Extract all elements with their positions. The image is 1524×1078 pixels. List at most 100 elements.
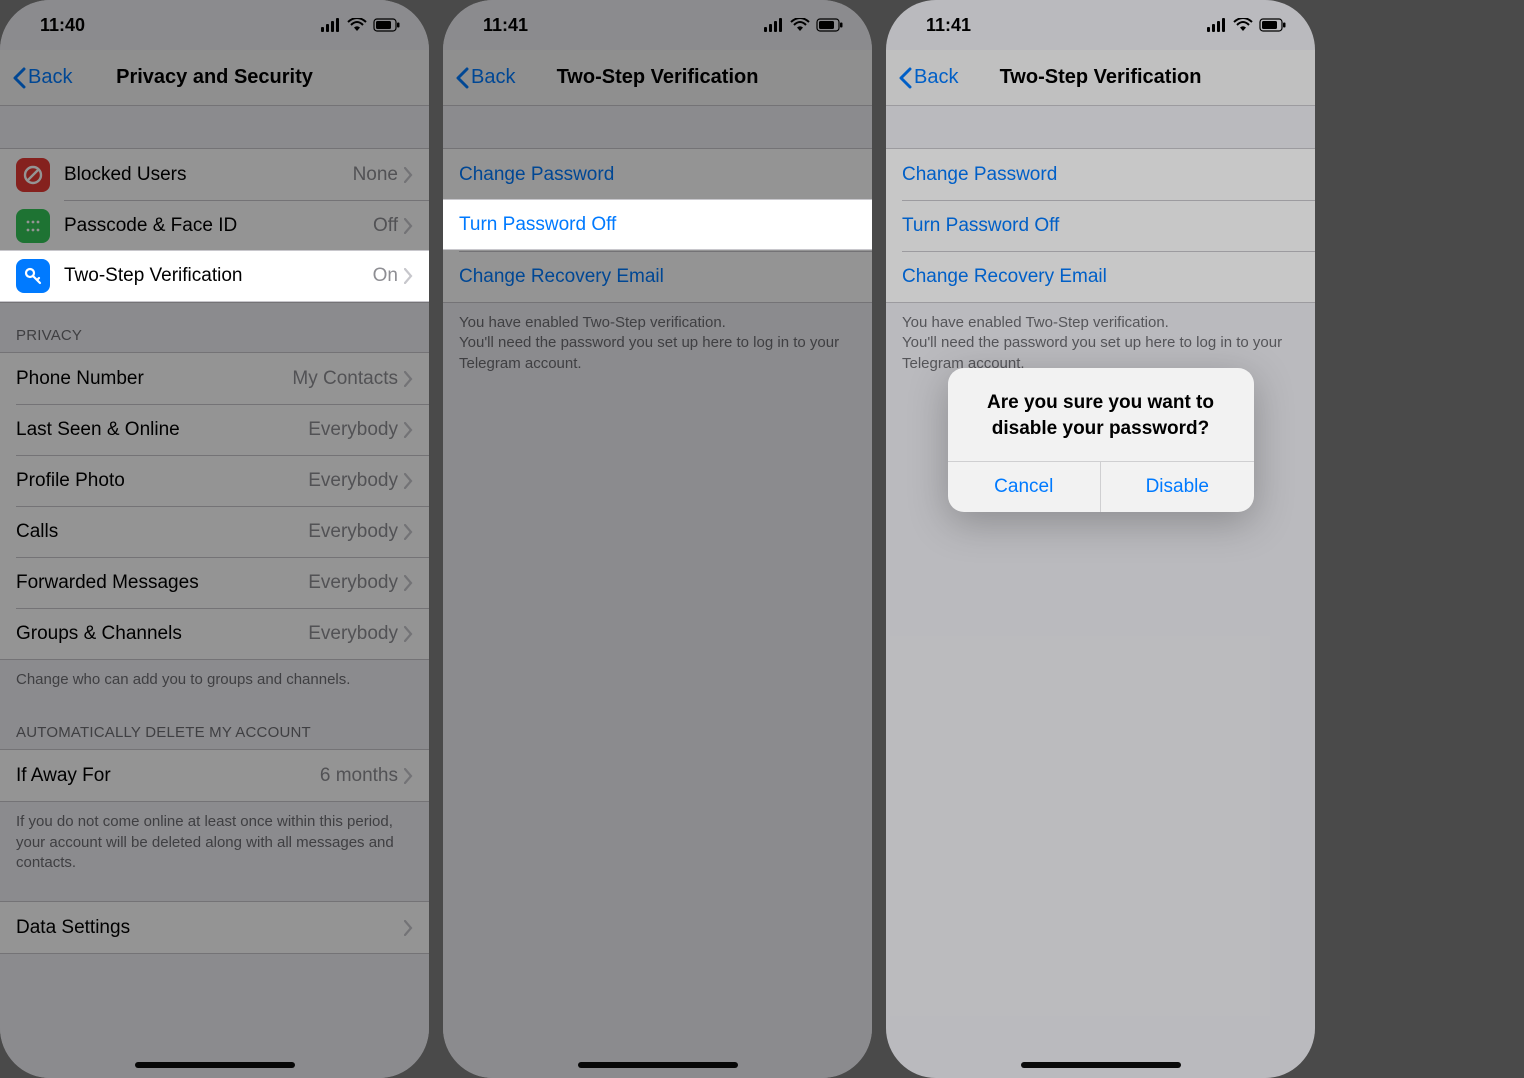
row-if-away-for[interactable]: If Away For 6 months — [0, 750, 429, 801]
home-indicator[interactable] — [578, 1062, 738, 1068]
row-label: Blocked Users — [64, 164, 353, 186]
cellular-icon — [764, 18, 784, 32]
chevron-left-icon — [12, 67, 26, 89]
row-passcode-faceid[interactable]: Passcode & Face ID Off — [0, 200, 429, 251]
status-time: 11:40 — [40, 15, 85, 36]
delete-group: If Away For 6 months — [0, 749, 429, 802]
nav-bar: Back Two-Step Verification — [443, 50, 872, 106]
chevron-right-icon — [404, 575, 413, 591]
cellular-icon — [1207, 18, 1227, 32]
status-indicators — [1207, 18, 1287, 32]
row-value: Everybody — [308, 572, 398, 594]
delete-footer: If you do not come online at least once … — [0, 802, 429, 873]
privacy-footer: Change who can add you to groups and cha… — [0, 660, 429, 690]
row-groups-channels[interactable]: Groups & Channels Everybody — [0, 608, 429, 659]
disable-button[interactable]: Disable — [1100, 462, 1254, 512]
back-label: Back — [914, 66, 958, 89]
row-label: Turn Password Off — [902, 215, 1299, 237]
row-value: Everybody — [308, 419, 398, 441]
chevron-right-icon — [404, 218, 413, 234]
chevron-right-icon — [404, 268, 413, 284]
row-label: If Away For — [16, 765, 320, 787]
row-change-password[interactable]: Change Password — [886, 149, 1315, 200]
row-label: Change Password — [902, 164, 1299, 186]
row-calls[interactable]: Calls Everybody — [0, 506, 429, 557]
screen-two-step-verification: 11:41 Back Two-Step Verification Change … — [443, 0, 872, 1078]
chevron-right-icon — [404, 371, 413, 387]
data-settings-group: Data Settings — [0, 901, 429, 954]
row-value: Everybody — [308, 470, 398, 492]
row-value: Everybody — [308, 521, 398, 543]
chevron-right-icon — [404, 920, 413, 936]
row-value: Off — [373, 215, 398, 237]
row-label: Groups & Channels — [16, 623, 308, 645]
battery-icon — [816, 18, 844, 32]
twostep-footer: You have enabled Two-Step verification. … — [886, 303, 1315, 374]
chevron-left-icon — [898, 67, 912, 89]
chevron-right-icon — [404, 524, 413, 540]
row-value: None — [353, 164, 398, 186]
alert-dialog: Are you sure you want to disable your pa… — [948, 368, 1254, 512]
row-change-recovery-email[interactable]: Change Recovery Email — [886, 251, 1315, 302]
battery-icon — [373, 18, 401, 32]
cellular-icon — [321, 18, 341, 32]
row-label: Passcode & Face ID — [64, 215, 373, 237]
row-label: Forwarded Messages — [16, 572, 308, 594]
back-label: Back — [471, 66, 515, 89]
status-bar: 11:40 — [0, 0, 429, 50]
row-profile-photo[interactable]: Profile Photo Everybody — [0, 455, 429, 506]
row-forwarded-messages[interactable]: Forwarded Messages Everybody — [0, 557, 429, 608]
status-bar: 11:41 — [443, 0, 872, 50]
wifi-icon — [347, 18, 367, 32]
chevron-right-icon — [404, 167, 413, 183]
row-label: Turn Password Off — [459, 214, 856, 236]
section-header-delete: Automatically Delete My Account — [0, 690, 429, 749]
row-label: Data Settings — [16, 917, 404, 939]
nav-bar: Back Two-Step Verification — [886, 50, 1315, 106]
nav-bar: Back Privacy and Security — [0, 50, 429, 106]
battery-icon — [1259, 18, 1287, 32]
key-icon — [16, 259, 50, 293]
blocked-icon — [16, 158, 50, 192]
wifi-icon — [1233, 18, 1253, 32]
highlight-two-step-verification[interactable]: Two-Step Verification On — [0, 250, 429, 302]
row-change-password[interactable]: Change Password — [443, 149, 872, 200]
back-button[interactable]: Back — [898, 66, 958, 89]
row-label: Profile Photo — [16, 470, 308, 492]
alert-title: Are you sure you want to disable your pa… — [948, 368, 1254, 461]
row-label: Two-Step Verification — [64, 265, 373, 287]
row-label: Change Recovery Email — [902, 266, 1299, 288]
home-indicator[interactable] — [135, 1062, 295, 1068]
row-label: Phone Number — [16, 368, 292, 390]
row-change-recovery-email[interactable]: Change Recovery Email — [443, 251, 872, 302]
status-indicators — [321, 18, 401, 32]
chevron-right-icon — [404, 422, 413, 438]
twostep-options-group: Change Password Turn Password Off Change… — [886, 148, 1315, 303]
row-phone-number[interactable]: Phone Number My Contacts — [0, 353, 429, 404]
row-label: Change Recovery Email — [459, 266, 856, 288]
screen-privacy-security: 11:40 Back Privacy and Security Blocked … — [0, 0, 429, 1078]
alert-buttons: Cancel Disable — [948, 461, 1254, 512]
row-label: Last Seen & Online — [16, 419, 308, 441]
row-turn-password-off[interactable]: Turn Password Off — [886, 200, 1315, 251]
status-time: 11:41 — [483, 15, 528, 36]
back-button[interactable]: Back — [12, 66, 72, 89]
row-label: Change Password — [459, 164, 856, 186]
chevron-right-icon — [404, 473, 413, 489]
home-indicator[interactable] — [1021, 1062, 1181, 1068]
row-blocked-users[interactable]: Blocked Users None — [0, 149, 429, 200]
highlight-turn-password-off[interactable]: Turn Password Off — [443, 199, 872, 250]
status-time: 11:41 — [926, 15, 971, 36]
row-value: On — [373, 265, 398, 287]
cancel-button[interactable]: Cancel — [948, 462, 1101, 512]
row-value: My Contacts — [292, 368, 398, 390]
back-button[interactable]: Back — [455, 66, 515, 89]
chevron-left-icon — [455, 67, 469, 89]
section-header-privacy: Privacy — [0, 303, 429, 352]
chevron-right-icon — [404, 626, 413, 642]
row-last-seen[interactable]: Last Seen & Online Everybody — [0, 404, 429, 455]
row-value: Everybody — [308, 623, 398, 645]
row-data-settings[interactable]: Data Settings — [0, 902, 429, 953]
privacy-group: Phone Number My Contacts Last Seen & Onl… — [0, 352, 429, 660]
back-label: Back — [28, 66, 72, 89]
